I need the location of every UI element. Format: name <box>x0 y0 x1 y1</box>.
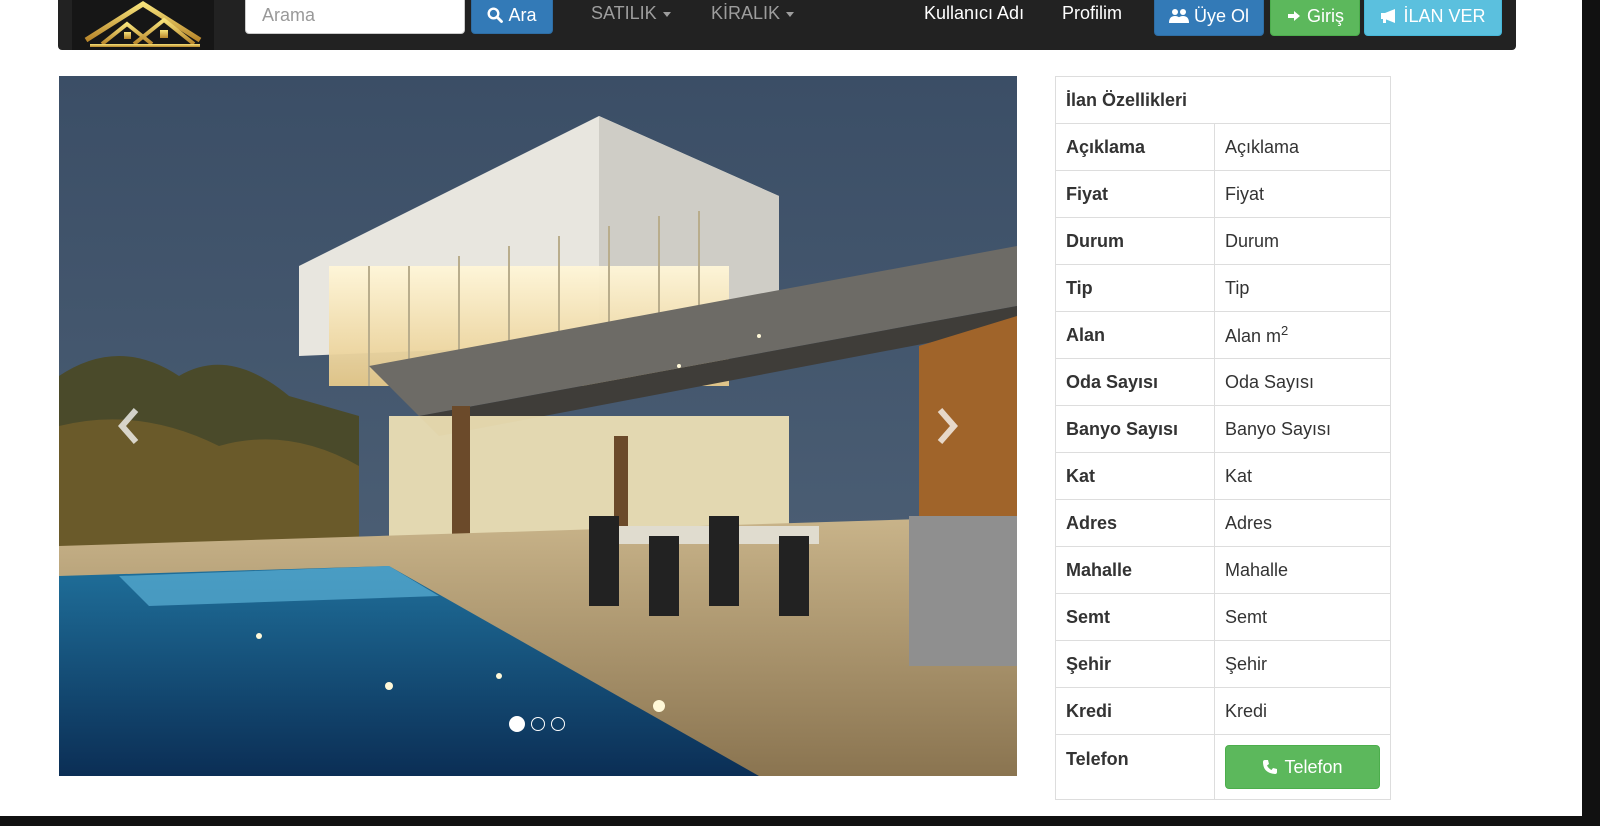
house-photo <box>59 76 1017 776</box>
property-value: Şehir <box>1214 640 1391 688</box>
property-value: Kredi <box>1214 687 1391 735</box>
phone-icon <box>1263 760 1278 774</box>
table-row: Şehir Şehir <box>1055 640 1391 688</box>
property-key: Durum <box>1055 217 1215 265</box>
login-label: Giriş <box>1307 5 1344 26</box>
property-key: Telefon <box>1055 734 1215 800</box>
property-key: Şehir <box>1055 640 1215 688</box>
table-row: Kat Kat <box>1055 452 1391 500</box>
sign-in-icon <box>1288 11 1300 21</box>
table-row-phone: Telefon Telefon <box>1055 734 1391 800</box>
carousel-indicator-3[interactable] <box>551 717 565 731</box>
property-key: Mahalle <box>1055 546 1215 594</box>
property-key: Banyo Sayısı <box>1055 405 1215 453</box>
property-key: Alan <box>1055 311 1215 359</box>
phone-button-label: Telefon <box>1284 756 1343 777</box>
table-row: Mahalle Mahalle <box>1055 546 1391 594</box>
site-logo[interactable] <box>72 0 214 50</box>
carousel-next-button[interactable] <box>917 396 977 456</box>
nav-dropdown-label: SATILIK <box>591 3 657 23</box>
property-value: Kat <box>1214 452 1391 500</box>
carousel-prev-button[interactable] <box>99 396 159 456</box>
page-bottom-edge <box>0 816 1600 826</box>
property-value-text: Alan m <box>1225 326 1282 346</box>
property-value-text: Fiyat <box>1225 183 1265 204</box>
caret-down-icon <box>786 11 795 17</box>
listing-properties-table: İlan Özellikleri Açıklama Açıklama Fiyat Fi… <box>1055 76 1391 800</box>
carousel-indicator-1[interactable] <box>509 716 525 732</box>
property-key: Semt <box>1055 593 1215 641</box>
table-row: Durum Durum <box>1055 217 1391 265</box>
property-value: Tip <box>1214 264 1391 312</box>
table-row: Alan Alan m2 <box>1055 311 1391 359</box>
property-key: Fiyat <box>1055 170 1215 218</box>
table-row: Kredi Kredi <box>1055 687 1391 735</box>
property-value-text: Kat <box>1225 465 1253 486</box>
property-value-text: Adres <box>1225 512 1273 533</box>
property-value: Adres <box>1214 499 1391 547</box>
properties-table-title: İlan Özellikleri <box>1055 76 1391 124</box>
search-button[interactable]: Ara <box>471 0 553 34</box>
listing-image-carousel[interactable] <box>59 76 1017 776</box>
property-value: Oda Sayısı <box>1214 358 1391 406</box>
property-key: Kat <box>1055 452 1215 500</box>
property-value-text: Tip <box>1225 277 1250 298</box>
property-value-text: Durum <box>1225 230 1280 251</box>
table-row: Oda Sayısı Oda Sayısı <box>1055 358 1391 406</box>
carousel-indicators <box>509 716 565 732</box>
property-key: Adres <box>1055 499 1215 547</box>
bullhorn-icon <box>1381 9 1396 23</box>
login-button[interactable]: Giriş <box>1270 0 1360 36</box>
table-row: Banyo Sayısı Banyo Sayısı <box>1055 405 1391 453</box>
table-row: Tip Tip <box>1055 264 1391 312</box>
nav-dropdown-kiralik[interactable]: KİRALIK <box>711 3 795 24</box>
property-value: Semt <box>1214 593 1391 641</box>
property-value-text: Banyo Sayısı <box>1225 418 1332 439</box>
property-value-text: Şehir <box>1225 653 1268 674</box>
property-value-text: Kredi <box>1225 700 1268 721</box>
property-key: Tip <box>1055 264 1215 312</box>
top-navbar: Ara SATILIK KİRALIK Kullanıcı Adı Profil… <box>58 0 1516 50</box>
post-ad-label: İLAN VER <box>1403 5 1486 26</box>
property-value-text: Semt <box>1225 606 1268 627</box>
property-value-text: Oda Sayısı <box>1225 371 1315 392</box>
house-logo-icon <box>84 1 202 47</box>
table-row: Semt Semt <box>1055 593 1391 641</box>
table-row: Adres Adres <box>1055 499 1391 547</box>
unit-superscript: 2 <box>1281 323 1289 338</box>
caret-down-icon <box>662 11 671 17</box>
table-row: Açıklama Açıklama <box>1055 123 1391 171</box>
property-value: Alan m2 <box>1214 311 1391 359</box>
property-key: Açıklama <box>1055 123 1215 171</box>
page-right-edge <box>1582 0 1600 826</box>
carousel-indicator-2[interactable] <box>531 717 545 731</box>
property-value: Fiyat <box>1214 170 1391 218</box>
signup-label: Üye Ol <box>1193 5 1249 26</box>
search-input[interactable] <box>245 0 465 34</box>
property-key: Kredi <box>1055 687 1215 735</box>
post-ad-button[interactable]: İLAN VER <box>1364 0 1502 36</box>
property-value-text: Açıklama <box>1225 136 1300 157</box>
property-value-text: Mahalle <box>1225 559 1289 580</box>
users-icon <box>1168 9 1189 23</box>
chevron-left-icon <box>118 408 139 444</box>
property-value: Telefon <box>1214 734 1391 800</box>
nav-dropdown-label: KİRALIK <box>711 3 781 23</box>
signup-button[interactable]: Üye Ol <box>1154 0 1264 36</box>
table-row: Fiyat Fiyat <box>1055 170 1391 218</box>
property-key: Oda Sayısı <box>1055 358 1215 406</box>
property-value: Banyo Sayısı <box>1214 405 1391 453</box>
property-value: Mahalle <box>1214 546 1391 594</box>
nav-dropdown-satilik[interactable]: SATILIK <box>591 3 671 24</box>
property-value: Durum <box>1214 217 1391 265</box>
profile-link[interactable]: Profilim <box>1062 3 1122 24</box>
chevron-right-icon <box>937 408 958 444</box>
phone-button[interactable]: Telefon <box>1225 745 1380 789</box>
username-link[interactable]: Kullanıcı Adı <box>924 3 1024 24</box>
property-value: Açıklama <box>1214 123 1391 171</box>
search-button-label: Ara <box>508 4 537 25</box>
search-icon <box>487 7 504 23</box>
